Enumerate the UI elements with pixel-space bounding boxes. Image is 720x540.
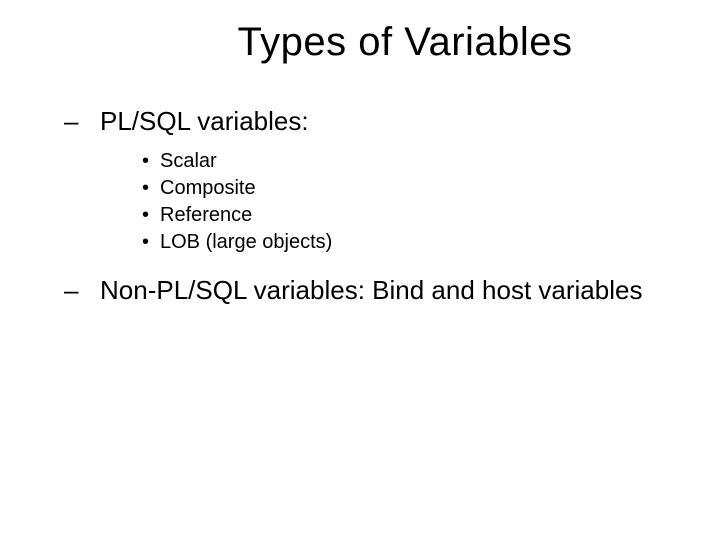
list-item-label: Composite <box>160 177 256 199</box>
list-item-label: LOB (large objects) <box>160 231 332 253</box>
bullet-icon: • <box>142 148 160 175</box>
list-item: •Reference <box>142 202 660 229</box>
bullet-icon: • <box>142 229 160 256</box>
bullet-icon: • <box>142 175 160 202</box>
dash-icon: – <box>82 105 100 138</box>
section-nonplsql: –Non-PL/SQL variables: Bind and host var… <box>82 274 660 307</box>
list-item: •LOB (large objects) <box>142 229 660 256</box>
slide-title: Types of Variables <box>150 20 660 65</box>
slide: Types of Variables –PL/SQL variables: •S… <box>0 0 720 540</box>
plsql-sub-list: •Scalar •Composite •Reference •LOB (larg… <box>142 148 660 256</box>
section-nonplsql-heading: Non-PL/SQL variables: Bind and host vari… <box>100 275 642 305</box>
section-plsql-heading: PL/SQL variables: <box>100 106 309 136</box>
list-item: •Composite <box>142 175 660 202</box>
list-item-label: Scalar <box>160 150 217 172</box>
dash-icon: – <box>82 274 100 307</box>
bullet-icon: • <box>142 202 160 229</box>
list-item: •Scalar <box>142 148 660 175</box>
section-plsql: –PL/SQL variables: <box>82 105 660 138</box>
list-item-label: Reference <box>160 204 252 226</box>
